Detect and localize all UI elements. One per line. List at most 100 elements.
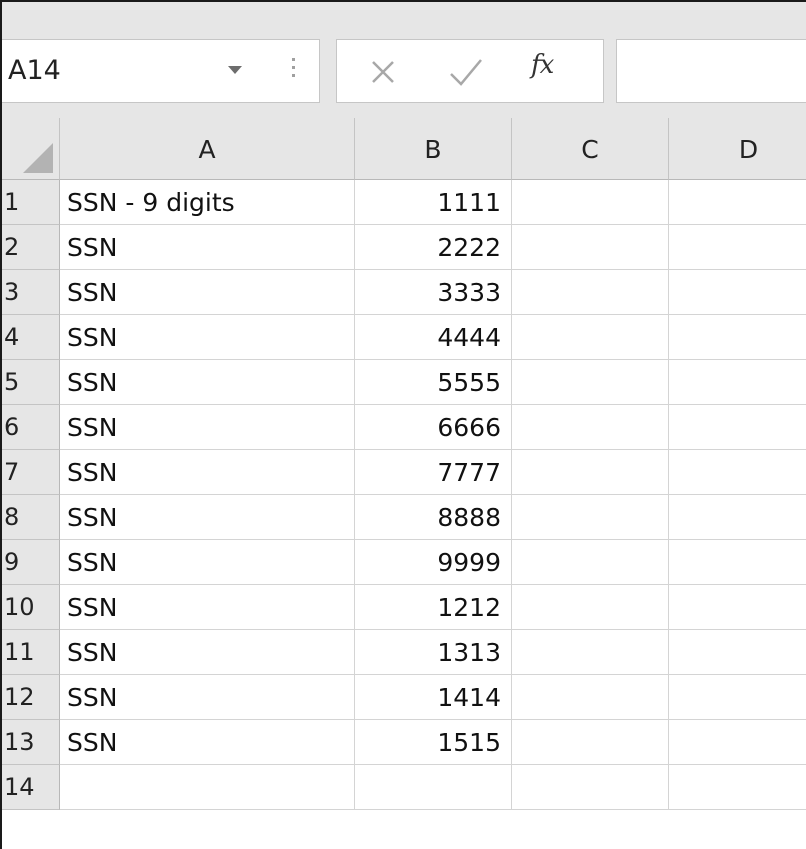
row-header[interactable]: 10: [2, 585, 60, 630]
row-header[interactable]: 1: [2, 180, 60, 225]
cell-b[interactable]: 1515: [355, 720, 512, 765]
cell-d[interactable]: [669, 540, 806, 585]
name-box[interactable]: A14: [2, 39, 320, 103]
row-header[interactable]: 11: [2, 630, 60, 675]
select-all-button[interactable]: [2, 118, 60, 180]
cell-b[interactable]: 9999: [355, 540, 512, 585]
cell-c[interactable]: [512, 360, 669, 405]
row-header[interactable]: 3: [2, 270, 60, 315]
cell-b[interactable]: 7777: [355, 450, 512, 495]
name-box-value: A14: [8, 55, 61, 86]
cell-a[interactable]: SSN: [60, 540, 355, 585]
drag-handle-icon[interactable]: [292, 58, 296, 86]
cell-a[interactable]: [60, 765, 355, 810]
table-row: 11 SSN 1313: [2, 630, 806, 675]
cell-b[interactable]: 2222: [355, 225, 512, 270]
row-header[interactable]: 6: [2, 405, 60, 450]
cell-d[interactable]: [669, 630, 806, 675]
chevron-down-icon[interactable]: [228, 66, 242, 74]
cell-a[interactable]: SSN: [60, 315, 355, 360]
table-row: 13 SSN 1515: [2, 720, 806, 765]
row-header[interactable]: 9: [2, 540, 60, 585]
cell-d[interactable]: [669, 270, 806, 315]
cell-a[interactable]: SSN: [60, 720, 355, 765]
cell-d[interactable]: [669, 450, 806, 495]
row-header[interactable]: 8: [2, 495, 60, 540]
cell-d[interactable]: [669, 315, 806, 360]
cell-b[interactable]: [355, 765, 512, 810]
table-row: 5 SSN 5555: [2, 360, 806, 405]
cell-d[interactable]: [669, 765, 806, 810]
cell-b[interactable]: 3333: [355, 270, 512, 315]
cell-d[interactable]: [669, 495, 806, 540]
cell-d[interactable]: [669, 360, 806, 405]
close-icon[interactable]: [365, 54, 401, 90]
cell-d[interactable]: [669, 180, 806, 225]
formula-input[interactable]: [616, 39, 806, 103]
cell-c[interactable]: [512, 180, 669, 225]
spreadsheet-window: A14 fx A B C D 1 SSN - 9 digits 1111 2 S…: [0, 0, 806, 849]
cell-a[interactable]: SSN - 9 digits: [60, 180, 355, 225]
table-row: 4 SSN 4444: [2, 315, 806, 360]
cell-d[interactable]: [669, 720, 806, 765]
row-header[interactable]: 14: [2, 765, 60, 810]
cell-b[interactable]: 1313: [355, 630, 512, 675]
formula-bar: A14 fx: [2, 2, 806, 119]
cell-b[interactable]: 8888: [355, 495, 512, 540]
cell-a[interactable]: SSN: [60, 450, 355, 495]
table-row: 9 SSN 9999: [2, 540, 806, 585]
cell-c[interactable]: [512, 270, 669, 315]
cell-d[interactable]: [669, 675, 806, 720]
row-header[interactable]: 5: [2, 360, 60, 405]
cell-a[interactable]: SSN: [60, 495, 355, 540]
cell-b[interactable]: 4444: [355, 315, 512, 360]
column-header-b[interactable]: B: [355, 118, 512, 180]
cell-c[interactable]: [512, 405, 669, 450]
cell-a[interactable]: SSN: [60, 270, 355, 315]
table-row: 10 SSN 1212: [2, 585, 806, 630]
row-header[interactable]: 12: [2, 675, 60, 720]
cell-a[interactable]: SSN: [60, 225, 355, 270]
table-row: 8 SSN 8888: [2, 495, 806, 540]
formula-actions: fx: [336, 39, 604, 103]
row-header[interactable]: 4: [2, 315, 60, 360]
row-header[interactable]: 13: [2, 720, 60, 765]
cell-d[interactable]: [669, 225, 806, 270]
cell-c[interactable]: [512, 765, 669, 810]
cell-c[interactable]: [512, 630, 669, 675]
column-header-d[interactable]: D: [669, 118, 806, 180]
table-row: 12 SSN 1414: [2, 675, 806, 720]
select-all-triangle-icon: [23, 143, 53, 173]
cell-a[interactable]: SSN: [60, 630, 355, 675]
row-header[interactable]: 7: [2, 450, 60, 495]
cell-b[interactable]: 6666: [355, 405, 512, 450]
cell-c[interactable]: [512, 720, 669, 765]
cell-a[interactable]: SSN: [60, 585, 355, 630]
cell-c[interactable]: [512, 225, 669, 270]
table-row: 2 SSN 2222: [2, 225, 806, 270]
cell-c[interactable]: [512, 315, 669, 360]
cell-c[interactable]: [512, 540, 669, 585]
cell-a[interactable]: SSN: [60, 405, 355, 450]
cell-b[interactable]: 1414: [355, 675, 512, 720]
cell-c[interactable]: [512, 495, 669, 540]
cell-c[interactable]: [512, 450, 669, 495]
cell-a[interactable]: SSN: [60, 360, 355, 405]
column-header-a[interactable]: A: [60, 118, 355, 180]
cell-c[interactable]: [512, 675, 669, 720]
table-row: 1 SSN - 9 digits 1111: [2, 180, 806, 225]
insert-function-button[interactable]: fx: [531, 50, 554, 80]
check-icon[interactable]: [445, 54, 485, 90]
cell-b[interactable]: 1111: [355, 180, 512, 225]
cell-a[interactable]: SSN: [60, 675, 355, 720]
row-header[interactable]: 2: [2, 225, 60, 270]
column-header-c[interactable]: C: [512, 118, 669, 180]
table-row: 3 SSN 3333: [2, 270, 806, 315]
cell-b[interactable]: 1212: [355, 585, 512, 630]
cell-d[interactable]: [669, 585, 806, 630]
table-row: 14: [2, 765, 806, 810]
cell-c[interactable]: [512, 585, 669, 630]
cell-d[interactable]: [669, 405, 806, 450]
cell-b[interactable]: 5555: [355, 360, 512, 405]
table-row: 7 SSN 7777: [2, 450, 806, 495]
